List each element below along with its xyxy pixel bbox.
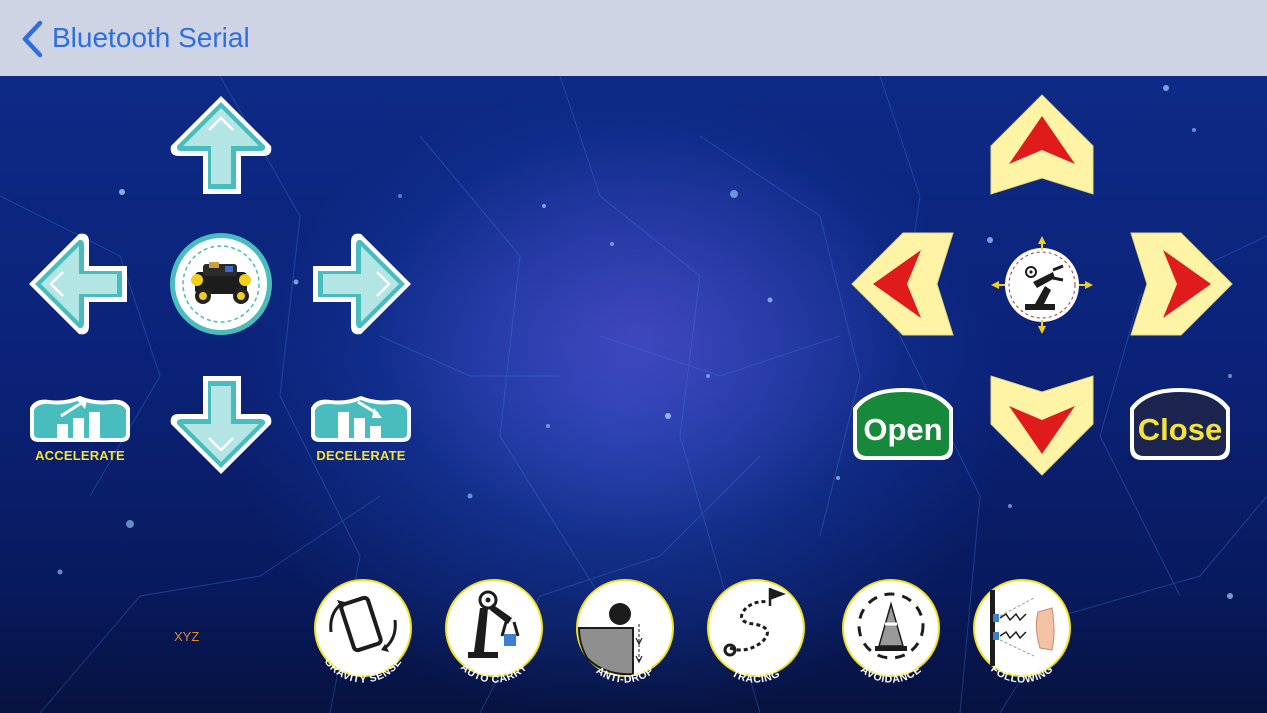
arm-left-button[interactable] bbox=[851, 232, 955, 336]
close-label: Close bbox=[1138, 412, 1222, 447]
arrow-left-icon bbox=[851, 232, 954, 336]
car-backward-button[interactable] bbox=[169, 372, 273, 476]
gravity-sense-button[interactable]: GRAVITY SENSE bbox=[313, 578, 413, 696]
car-icon bbox=[170, 233, 272, 335]
open-button-shape: Open bbox=[853, 388, 953, 460]
arrow-right-icon bbox=[1130, 232, 1233, 336]
accelerate-label: ACCELERATE bbox=[35, 448, 125, 463]
arrow-down-icon bbox=[990, 375, 1094, 476]
avoidance-button[interactable]: AVOIDANCE bbox=[841, 578, 941, 696]
tracing-icon: TRACING bbox=[707, 579, 805, 686]
gripper-open-button[interactable]: Open bbox=[851, 386, 955, 462]
car-stop-button[interactable] bbox=[169, 232, 273, 336]
back-button-label: Bluetooth Serial bbox=[52, 22, 250, 53]
navigation-bar: Bluetooth Serial bbox=[0, 0, 1267, 77]
close-button-shape: Close bbox=[1130, 388, 1230, 460]
arm-right-button[interactable] bbox=[1129, 232, 1233, 336]
robot-arm-icon bbox=[991, 236, 1093, 334]
arrow-left-icon bbox=[29, 233, 127, 335]
car-right-button[interactable] bbox=[309, 232, 413, 336]
anti-drop-icon: ANTI-DROP bbox=[576, 579, 674, 686]
avoidance-icon: AVOIDANCE bbox=[842, 579, 940, 686]
back-button[interactable]: Bluetooth Serial bbox=[14, 10, 264, 66]
following-button[interactable]: FOLLOWING bbox=[972, 578, 1072, 696]
following-icon: FOLLOWING bbox=[973, 579, 1071, 686]
decelerate-button[interactable]: DECELERATE bbox=[308, 394, 414, 464]
decelerate-icon bbox=[311, 396, 411, 442]
gripper-close-button[interactable]: Close bbox=[1128, 386, 1232, 462]
car-left-button[interactable] bbox=[27, 232, 131, 336]
car-forward-button[interactable] bbox=[169, 94, 273, 198]
chevron-left-icon bbox=[22, 20, 43, 58]
arm-up-button[interactable] bbox=[989, 94, 1095, 198]
arm-center-button[interactable] bbox=[987, 230, 1097, 340]
auto-carry-button[interactable]: AUTO CARRY bbox=[444, 578, 544, 696]
tracing-button[interactable]: TRACING bbox=[706, 578, 806, 696]
gravity-sense-icon: GRAVITY SENSE bbox=[314, 579, 412, 686]
arrow-up-icon bbox=[170, 96, 272, 194]
open-label: Open bbox=[863, 412, 942, 447]
accelerate-icon bbox=[30, 396, 130, 442]
arrow-up-icon bbox=[990, 94, 1094, 195]
anti-drop-button[interactable]: ANTI-DROP bbox=[575, 578, 675, 696]
arrow-down-icon bbox=[170, 376, 272, 474]
accelerate-button[interactable]: ACCELERATE bbox=[27, 394, 133, 464]
decelerate-label: DECELERATE bbox=[316, 448, 406, 463]
xyz-label: XYZ bbox=[174, 629, 200, 644]
arm-down-button[interactable] bbox=[989, 372, 1095, 476]
control-panel: ACCELERATE DECELERATE Open Close XYZ GRA… bbox=[0, 76, 1267, 713]
arrow-right-icon bbox=[313, 233, 411, 335]
auto-carry-icon: AUTO CARRY bbox=[445, 579, 543, 686]
